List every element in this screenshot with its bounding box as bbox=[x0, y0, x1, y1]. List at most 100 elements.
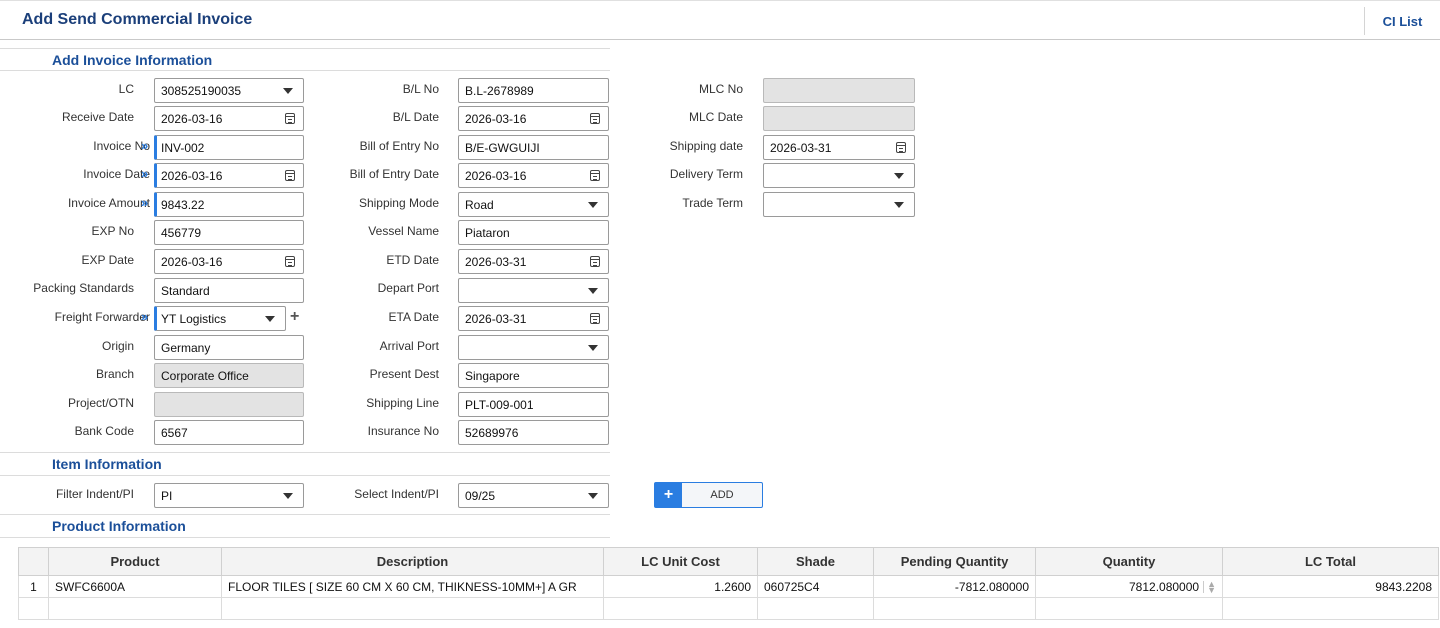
calendar-icon[interactable] bbox=[285, 256, 295, 267]
mlc-no-label: MLC No bbox=[698, 82, 743, 96]
invoice-amount-input[interactable]: 9843.22 bbox=[154, 192, 304, 217]
chevron-down-icon bbox=[894, 172, 904, 179]
invoice-no-input[interactable]: INV-002 bbox=[154, 135, 304, 160]
column-header-lc-unit-cost[interactable]: LC Unit Cost bbox=[603, 547, 758, 576]
shipping-date-field[interactable]: 2026-03-31 bbox=[763, 135, 915, 160]
column-header-quantity[interactable]: Quantity bbox=[1035, 547, 1223, 576]
eta-date-field[interactable]: 2026-03-31 bbox=[458, 306, 609, 331]
chevron-down-icon bbox=[283, 492, 293, 499]
column-header-shade[interactable]: Shade bbox=[757, 547, 874, 576]
packing-standards-label: Packing Standards bbox=[33, 281, 134, 295]
required-marker-icon: » bbox=[141, 309, 149, 324]
calendar-icon[interactable] bbox=[896, 142, 906, 153]
trade-term-label: Trade Term bbox=[682, 196, 743, 210]
section-title-invoice: Add Invoice Information bbox=[52, 52, 213, 68]
etd-date-label: ETD Date bbox=[386, 253, 439, 267]
exp-no-label: EXP No bbox=[91, 224, 134, 238]
invoice-date-field[interactable]: 2026-03-16 bbox=[154, 163, 304, 188]
column-header-lc-total[interactable]: LC Total bbox=[1222, 547, 1439, 576]
branch-input: Corporate Office bbox=[154, 363, 304, 388]
exp-date-field[interactable]: 2026-03-16 bbox=[154, 249, 304, 274]
column-header-description[interactable]: Description bbox=[221, 547, 604, 576]
freight-forwarder-label: Freight Forwarder bbox=[54, 310, 150, 324]
product-cell: SWFC6600A bbox=[48, 575, 222, 598]
depart-port-label: Depart Port bbox=[377, 281, 439, 295]
section-divider bbox=[0, 475, 610, 476]
spinner-icon[interactable]: ▲ ▼ bbox=[1203, 579, 1216, 594]
chevron-down-icon bbox=[283, 87, 293, 94]
table-row[interactable]: 1 SWFC6600A FLOOR TILES [ SIZE 60 CM X 6… bbox=[18, 575, 1439, 598]
section-divider bbox=[0, 514, 610, 515]
mlc-date-label: MLC Date bbox=[688, 110, 743, 124]
origin-input[interactable]: Germany bbox=[154, 335, 304, 360]
section-divider bbox=[0, 537, 610, 538]
column-header-product[interactable]: Product bbox=[48, 547, 222, 576]
calendar-icon[interactable] bbox=[285, 170, 295, 181]
eta-date-label: ETA Date bbox=[388, 310, 439, 324]
bl-date-label: B/L Date bbox=[392, 110, 439, 124]
calendar-icon[interactable] bbox=[590, 170, 600, 181]
shipping-line-input[interactable]: PLT-009-001 bbox=[458, 392, 609, 417]
bank-code-input[interactable]: 6567 bbox=[154, 420, 304, 445]
plus-icon: + bbox=[655, 483, 682, 507]
section-title-product: Product Information bbox=[52, 518, 186, 534]
vessel-name-input[interactable]: Piataron bbox=[458, 220, 609, 245]
required-marker-icon: » bbox=[141, 195, 149, 210]
packing-standards-input[interactable]: Standard bbox=[154, 278, 304, 303]
project-otn-label: Project/OTN bbox=[67, 396, 134, 410]
chevron-down-icon bbox=[894, 201, 904, 208]
exp-date-label: EXP Date bbox=[81, 253, 134, 267]
receive-date-field[interactable]: 2026-03-16 bbox=[154, 106, 304, 131]
shade-cell: 060725C4 bbox=[757, 575, 874, 598]
filter-indent-pi-select[interactable]: PI bbox=[154, 483, 304, 508]
ci-list-link[interactable]: CI List bbox=[1364, 7, 1440, 35]
quantity-value[interactable]: 7812.080000 bbox=[1129, 580, 1199, 594]
receive-date-label: Receive Date bbox=[61, 110, 134, 124]
calendar-icon[interactable] bbox=[590, 113, 600, 124]
description-cell: FLOOR TILES [ SIZE 60 CM X 60 CM, THIKNE… bbox=[221, 575, 604, 598]
column-header-pending-quantity[interactable]: Pending Quantity bbox=[873, 547, 1036, 576]
column-header-index bbox=[18, 547, 49, 576]
product-table: Product Description LC Unit Cost Shade P… bbox=[18, 547, 1439, 620]
shipping-mode-select[interactable]: Road bbox=[458, 192, 609, 217]
exp-no-input[interactable]: 456779 bbox=[154, 220, 304, 245]
arrival-port-select[interactable] bbox=[458, 335, 609, 360]
delivery-term-label: Delivery Term bbox=[669, 167, 743, 181]
section-title-item: Item Information bbox=[52, 456, 162, 472]
bl-no-label: B/L No bbox=[402, 82, 439, 96]
insurance-no-label: Insurance No bbox=[367, 424, 439, 438]
add-button[interactable]: + ADD bbox=[654, 482, 763, 508]
chevron-down-icon bbox=[588, 201, 598, 208]
add-forwarder-plus-icon[interactable]: + bbox=[290, 308, 299, 326]
freight-forwarder-select[interactable]: YT Logistics bbox=[154, 306, 286, 331]
origin-label: Origin bbox=[101, 339, 134, 353]
quantity-cell[interactable]: 7812.080000 ▲ ▼ bbox=[1035, 575, 1223, 598]
mlc-date-input bbox=[763, 106, 915, 131]
lc-label: LC bbox=[118, 82, 134, 96]
depart-port-select[interactable] bbox=[458, 278, 609, 303]
section-divider bbox=[0, 70, 610, 71]
calendar-icon[interactable] bbox=[590, 313, 600, 324]
lc-select[interactable]: 308525190035 bbox=[154, 78, 304, 103]
section-divider bbox=[0, 48, 610, 49]
present-dest-input[interactable]: Singapore bbox=[458, 363, 609, 388]
insurance-no-input[interactable]: 52689976 bbox=[458, 420, 609, 445]
bl-no-input[interactable]: B.L-2678989 bbox=[458, 78, 609, 103]
calendar-icon[interactable] bbox=[590, 256, 600, 267]
bill-of-entry-date-field[interactable]: 2026-03-16 bbox=[458, 163, 609, 188]
lc-total-cell: 9843.2208 bbox=[1222, 575, 1439, 598]
calendar-icon[interactable] bbox=[285, 113, 295, 124]
trade-term-select[interactable] bbox=[763, 192, 915, 217]
section-divider bbox=[0, 452, 610, 453]
bank-code-label: Bank Code bbox=[74, 424, 134, 438]
select-indent-pi-label: Select Indent/PI bbox=[354, 487, 439, 501]
filter-indent-pi-label: Filter Indent/PI bbox=[55, 487, 134, 501]
etd-date-field[interactable]: 2026-03-31 bbox=[458, 249, 609, 274]
shipping-date-label: Shipping date bbox=[669, 139, 743, 153]
select-indent-pi-select[interactable]: 09/25 bbox=[458, 483, 609, 508]
delivery-term-select[interactable] bbox=[763, 163, 915, 188]
bl-date-field[interactable]: 2026-03-16 bbox=[458, 106, 609, 131]
bill-of-entry-no-input[interactable]: B/E-GWGUIJI bbox=[458, 135, 609, 160]
shipping-mode-label: Shipping Mode bbox=[358, 196, 439, 210]
required-marker-icon: » bbox=[141, 138, 149, 153]
